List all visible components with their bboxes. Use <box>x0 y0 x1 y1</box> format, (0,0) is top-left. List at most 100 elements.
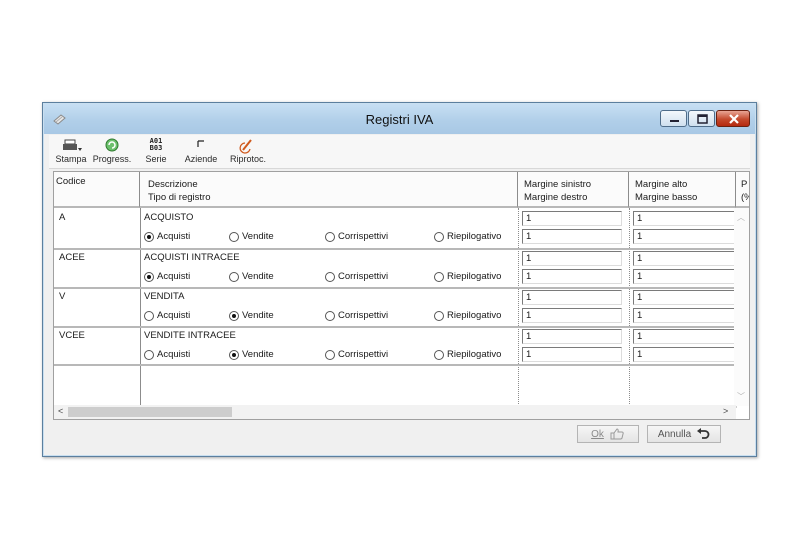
ok-button[interactable]: Ok <box>577 425 639 443</box>
column-divider <box>518 208 519 408</box>
radio-vendite[interactable]: Vendite <box>229 231 274 242</box>
margine-sinistro-input[interactable]: 1 <box>522 290 622 305</box>
aziende-label: Aziende <box>184 154 218 164</box>
cell-descrizione[interactable]: ACQUISTO <box>144 212 193 223</box>
close-button[interactable] <box>716 110 750 127</box>
radio-riepilogativo[interactable]: Riepilogativo <box>434 231 501 242</box>
minimize-icon <box>670 120 679 122</box>
header-margine-alto-basso[interactable]: Margine alto Margine basso <box>629 172 736 208</box>
cell-descrizione[interactable]: ACQUISTI INTRACEE <box>144 252 240 263</box>
header-descrizione-label: Descrizione <box>148 179 198 190</box>
radio-vendite[interactable]: Vendite <box>229 349 274 360</box>
radio-acquisti[interactable]: Acquisti <box>144 271 190 282</box>
column-divider <box>140 208 141 408</box>
radio-button-icon <box>229 310 239 321</box>
radio-acquisti[interactable]: Acquisti <box>144 349 190 360</box>
radio-label: Vendite <box>242 231 274 242</box>
maximize-icon <box>697 114 708 124</box>
toolbar: Stampa Progress. A01 B03 Serie Aziende R… <box>49 135 750 169</box>
margine-basso-input[interactable]: 1 <box>633 269 735 284</box>
margine-sinistro-input[interactable]: 1 <box>522 211 622 226</box>
cell-codice[interactable]: A <box>59 212 65 223</box>
radio-corrispettivi[interactable]: Corrispettivi <box>325 310 388 321</box>
radio-vendite[interactable]: Vendite <box>229 310 274 321</box>
header-codice[interactable]: Codice <box>54 172 140 208</box>
riprotoc-icon <box>227 137 269 154</box>
margine-sinistro-input[interactable]: 1 <box>522 329 622 344</box>
radio-button-icon <box>434 349 444 360</box>
horizontal-scroll-thumb[interactable] <box>68 407 232 417</box>
maximize-button[interactable] <box>688 110 715 127</box>
radio-acquisti[interactable]: Acquisti <box>144 310 190 321</box>
cell-codice[interactable]: VCEE <box>59 330 85 341</box>
header-tipo-label: Tipo di registro <box>148 192 211 203</box>
margine-basso-input[interactable]: 1 <box>633 229 735 244</box>
radio-label: Acquisti <box>157 349 191 360</box>
progress-button[interactable]: Progress. <box>91 137 133 167</box>
radio-button-icon <box>144 271 154 282</box>
header-next-line1: P <box>741 179 748 190</box>
riprotoc-button[interactable]: Riprotoc. <box>227 137 269 167</box>
radio-label: Vendite <box>242 310 274 321</box>
radio-riepilogativo[interactable]: Riepilogativo <box>434 310 501 321</box>
radio-label: Riepilogativo <box>447 349 502 360</box>
margine-alto-input[interactable]: 1 <box>633 251 735 266</box>
margine-destro-input[interactable]: 1 <box>522 229 622 244</box>
margine-sinistro-input[interactable]: 1 <box>522 251 622 266</box>
margine-alto-input[interactable]: 1 <box>633 211 735 226</box>
radio-label: Riepilogativo <box>447 231 502 242</box>
scroll-down-icon[interactable]: ﹀ <box>737 391 745 402</box>
header-next-column[interactable]: P (% <box>736 172 749 208</box>
cell-codice[interactable]: V <box>59 291 65 302</box>
serie-button[interactable]: A01 B03 Serie <box>141 137 171 167</box>
margine-alto-input[interactable]: 1 <box>633 329 735 344</box>
radio-label: Corrispettivi <box>338 271 389 282</box>
radio-riepilogativo[interactable]: Riepilogativo <box>434 271 501 282</box>
close-icon <box>729 114 739 124</box>
scroll-up-icon[interactable]: ︿ <box>737 212 745 223</box>
margine-alto-input[interactable]: 1 <box>633 290 735 305</box>
margine-destro-input[interactable]: 1 <box>522 308 622 323</box>
radio-label: Riepilogativo <box>447 271 502 282</box>
radio-button-icon <box>434 271 444 282</box>
header-margine-sx-dx[interactable]: Margine sinistro Margine destro <box>518 172 629 208</box>
radio-button-icon <box>144 310 154 321</box>
margine-destro-input[interactable]: 1 <box>522 269 622 284</box>
annulla-button[interactable]: Annulla <box>647 425 721 443</box>
radio-button-icon <box>229 271 239 282</box>
scroll-left-icon[interactable]: < <box>58 406 63 416</box>
radio-label: Vendite <box>242 349 274 360</box>
cell-descrizione[interactable]: VENDITE INTRACEE <box>144 330 236 341</box>
header-margine-basso-label: Margine basso <box>635 192 698 203</box>
cell-codice[interactable]: ACEE <box>59 252 85 263</box>
margine-destro-input[interactable]: 1 <box>522 347 622 362</box>
header-descrizione[interactable]: Descrizione Tipo di registro <box>140 172 518 208</box>
ok-label: Ok <box>591 428 604 440</box>
header-margine-alto-label: Margine alto <box>635 179 688 190</box>
scroll-right-icon[interactable]: > <box>723 406 728 416</box>
radio-acquisti[interactable]: Acquisti <box>144 231 190 242</box>
serie-icon-line2: B03 <box>149 144 163 152</box>
row-separator <box>54 287 736 289</box>
radio-label: Corrispettivi <box>338 310 389 321</box>
radio-vendite[interactable]: Vendite <box>229 271 274 282</box>
row-separator <box>54 248 736 250</box>
registri-iva-window: Registri IVA Stampa Progress. A01 B03 Se… <box>42 102 757 457</box>
undo-icon <box>697 428 710 439</box>
progress-label: Progress. <box>92 154 132 164</box>
margine-basso-input[interactable]: 1 <box>633 308 735 323</box>
vertical-scrollbar[interactable]: ︿ ﹀ <box>734 208 749 406</box>
margine-basso-input[interactable]: 1 <box>633 347 735 362</box>
radio-label: Acquisti <box>157 271 191 282</box>
horizontal-scrollbar[interactable]: < > <box>54 405 736 419</box>
cell-descrizione[interactable]: VENDITA <box>144 291 184 302</box>
minimize-button[interactable] <box>660 110 687 127</box>
radio-riepilogativo[interactable]: Riepilogativo <box>434 349 501 360</box>
radio-corrispettivi[interactable]: Corrispettivi <box>325 349 388 360</box>
radio-corrispettivi[interactable]: Corrispettivi <box>325 271 388 282</box>
stampa-button[interactable]: Stampa <box>55 137 87 167</box>
aziende-button[interactable]: Aziende <box>183 137 219 167</box>
radio-label: Vendite <box>242 271 274 282</box>
radio-corrispettivi[interactable]: Corrispettivi <box>325 231 388 242</box>
title-bar[interactable]: Registri IVA <box>44 104 755 134</box>
